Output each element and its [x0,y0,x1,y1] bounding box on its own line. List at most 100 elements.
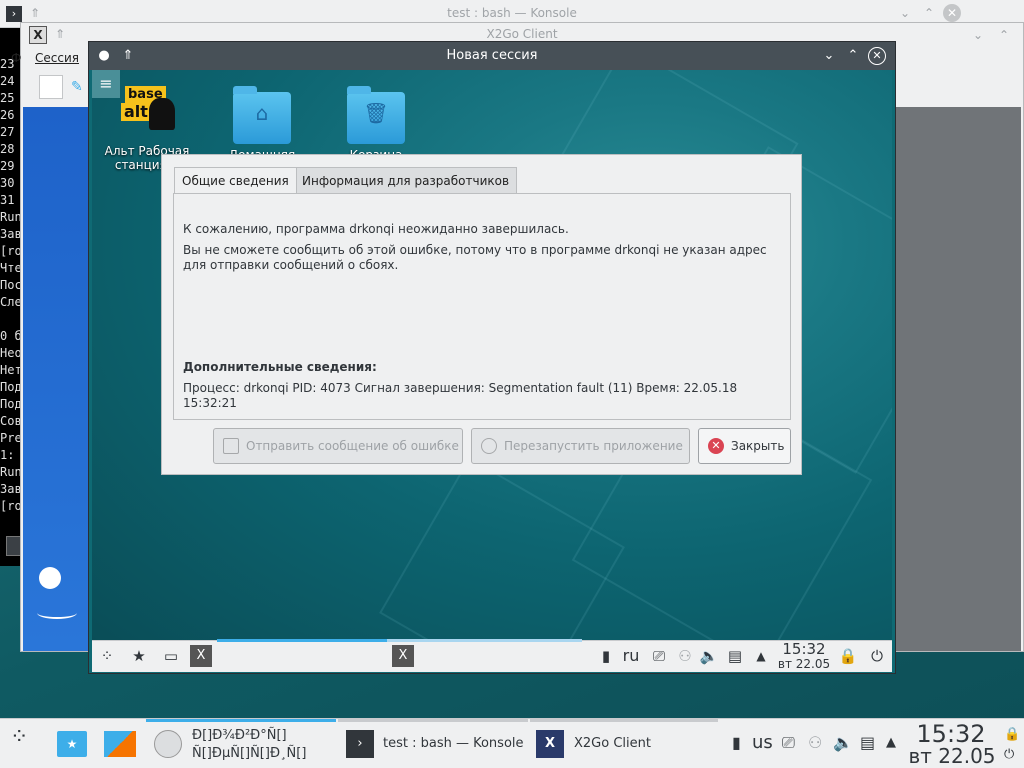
terminal-line: Под [0,380,20,394]
minimize-icon[interactable]: ⌄ [969,26,987,44]
tab-general[interactable]: Общие сведения [174,167,297,193]
new-session-icon[interactable] [39,75,63,99]
menu-f[interactable]: Ф [11,51,21,65]
show-desktop-icon[interactable]: ▭ [160,645,182,667]
konsole-icon: › [346,730,374,758]
penguin-icon [149,98,175,130]
terminal-line: 28 [0,142,15,156]
keyboard-layout[interactable]: us [752,733,773,753]
power-icon[interactable]: ⏻ [866,645,888,667]
terminal-line: Нет [0,363,20,377]
terminal-line: 26 [0,108,15,122]
details-heading: Дополнительные сведения: [183,360,377,374]
power-icon[interactable]: ⏻ [1004,745,1014,765]
task-konsole[interactable]: › test : bash — Konsole [342,723,528,765]
tab-developer-info[interactable]: Информация для разработчиков [294,167,518,193]
clipboard-icon[interactable]: ▤ [860,733,875,753]
report-bug-label: Отправить сообщение об ошибке [246,439,459,453]
clipboard-icon[interactable]: ▤ [724,645,746,667]
volume-icon[interactable]: 🔈 [833,733,853,753]
lock-screen-icon[interactable]: 🔒 [1004,725,1020,745]
x-task-icon[interactable]: X [392,645,414,667]
session-title: Новая сессия [446,48,538,63]
panel-clock-date[interactable]: вт 22.05 [772,657,836,671]
display-icon[interactable]: ⎚ [782,733,795,753]
restart-icon [481,438,497,454]
session-titlebar[interactable]: ● ⇑ Новая сессия ⌄ ⌃ ✕ [89,42,895,70]
terminal-line: 0 б [0,329,20,343]
panel-clock-time[interactable]: 15:32 [776,641,832,657]
maximize-icon[interactable]: ⌃ [844,47,862,65]
expand-tray-icon[interactable]: ▲ [750,645,772,667]
terminal-line: Run [0,465,20,479]
tab-content: К сожалению, программа drkonqi неожиданн… [173,193,791,420]
application-launcher-icon[interactable]: ⁘ [10,727,28,749]
terminal-output[interactable]: 23 24 25 26 27 28 29 30 31 Run Зав [ro Чте Пос Сле 0 б… [0,56,20,515]
x2go-session-icon [154,730,182,758]
close-label: Закрыть [731,439,785,453]
keyboard-layout[interactable]: ru [620,645,642,667]
desktop-icon-home[interactable]: ⌂ Домашняя [212,86,312,162]
terminal-line: [ro [0,499,20,513]
terminal-line: Пос [0,278,20,292]
close-icon[interactable]: ✕ [868,47,886,65]
minimize-icon[interactable]: ⌄ [896,4,914,22]
home-folder-icon: ⌂ [233,86,291,144]
task-indicator [387,639,582,642]
alt-logo-icon [39,567,61,589]
network-icon[interactable]: ⚇ [808,733,822,753]
minimize-icon[interactable]: ⌄ [820,47,838,65]
terminal-line: Нео [0,346,20,360]
display-icon[interactable]: ⎚ [648,645,670,667]
expand-tray-icon[interactable]: ▲ [886,733,896,753]
maximize-icon[interactable]: ⌃ [995,26,1013,44]
konsole-title: test : bash — Konsole [447,6,577,20]
task-indicator [217,639,387,642]
logo-alt-text: alt [121,103,151,121]
file-manager-icon[interactable]: ★ [57,731,87,757]
usb-icon[interactable]: ▮ [598,645,614,667]
usb-icon[interactable]: ▮ [732,733,741,753]
restart-app-label: Перезапустить приложение [504,439,683,453]
task-label: test : bash — Konsole [383,736,524,751]
terminal-line: 27 [0,125,15,139]
terminal-line: Run [0,210,20,224]
edit-icon[interactable]: ✎ [71,79,83,95]
task-x2go-client[interactable]: X X2Go Client [532,723,718,765]
terminal-line: Чте [0,261,20,275]
maximize-icon[interactable]: ⌃ [920,4,938,22]
report-bug-button[interactable]: Отправить сообщение об ошибке [213,428,463,464]
report-unavailable-message: Вы не сможете сообщить об этой ошибке, п… [183,243,767,272]
network-icon[interactable]: ⚇ [674,645,696,667]
terminal-line: 29 [0,159,15,173]
volume-icon[interactable]: 🔈 [698,645,720,667]
lock-screen-icon[interactable]: 🔒 [838,645,858,667]
application-launcher-icon[interactable]: ⁘ [96,645,118,667]
crash-message: К сожалению, программа drkonqi неожиданн… [183,222,569,236]
close-icon[interactable]: ✕ [943,4,961,22]
x2go-title: X2Go Client [486,27,558,41]
x-app-icon[interactable]: X [190,645,212,667]
bug-report-icon [223,438,239,454]
task-label: X2Go Client [574,736,651,751]
x2go-side-area [893,107,1021,651]
x2go-session-list [23,107,93,651]
desktop-toolbox-icon[interactable]: ≡ [92,70,120,98]
terminal-line: 30 [0,176,15,190]
restart-app-button[interactable]: Перезапустить приложение [471,428,690,464]
trash-folder-icon: 🗑 [347,86,405,144]
menu-session[interactable]: Сессия [35,51,79,65]
clock-date[interactable]: вт 22.05 [906,745,998,767]
basealt-logo: base alt [119,86,175,136]
close-button[interactable]: ✕ Закрыть [698,428,791,464]
desktop-icon-trash[interactable]: 🗑 Корзина [326,86,426,162]
wave-decoration [37,607,77,619]
terminal-line: 24 [0,74,15,88]
software-center-icon[interactable] [104,731,136,757]
terminal-line: [ro [0,244,20,258]
task-label: Ð[]Ð¾Ð²Ð°Ñ[] Ñ[]ÐµÑ[]Ñ[]Ð¸Ñ[] [192,728,307,761]
favorites-star-icon[interactable]: ★ [128,645,150,667]
terminal-line: Pre [0,431,20,445]
task-new-session[interactable]: Ð[]Ð¾Ð²Ð°Ñ[] Ñ[]ÐµÑ[]Ñ[]Ð¸Ñ[] [150,723,336,765]
